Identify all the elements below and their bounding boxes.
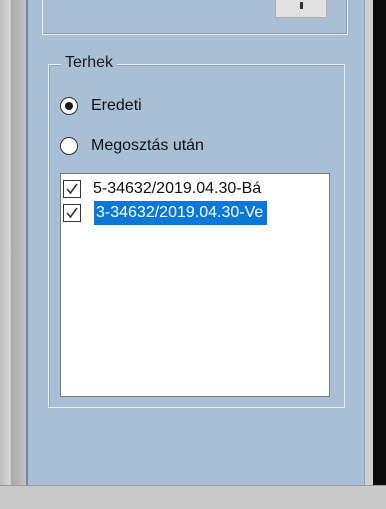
radio-original-circle[interactable] xyxy=(60,97,78,115)
window-bottom-border xyxy=(0,485,386,509)
radio-after-split-label: Megosztás után xyxy=(91,137,204,154)
checkmark-icon xyxy=(66,183,78,195)
loads-checked-listbox[interactable]: 5-34632/2019.04.30-Bá 3-34632/2019.04.30… xyxy=(60,173,330,397)
radio-after-split-circle[interactable] xyxy=(60,137,78,155)
list-item-selected[interactable]: 3-34632/2019.04.30-Ve xyxy=(61,201,329,225)
list-item-checkbox[interactable] xyxy=(63,204,81,222)
loads-group-title: Terhek xyxy=(61,53,118,73)
radio-original[interactable]: Eredeti xyxy=(60,94,142,118)
list-item-text: 3-34632/2019.04.30-Ve xyxy=(94,201,268,225)
upper-button[interactable] xyxy=(275,0,327,18)
splitter-edge xyxy=(11,0,27,486)
list-item-text: 5-34632/2019.04.30-Bá xyxy=(93,180,262,197)
radio-selected-dot xyxy=(65,102,73,110)
checkmark-icon xyxy=(66,207,78,219)
adjacent-dark-panel xyxy=(373,0,386,486)
upper-button-glyph xyxy=(300,2,303,9)
list-item[interactable]: 5-34632/2019.04.30-Bá xyxy=(61,177,329,201)
radio-after-split[interactable]: Megosztás után xyxy=(60,134,204,158)
radio-original-label: Eredeti xyxy=(91,97,142,114)
list-item-checkbox[interactable] xyxy=(63,180,81,198)
window-left-border xyxy=(0,0,10,485)
